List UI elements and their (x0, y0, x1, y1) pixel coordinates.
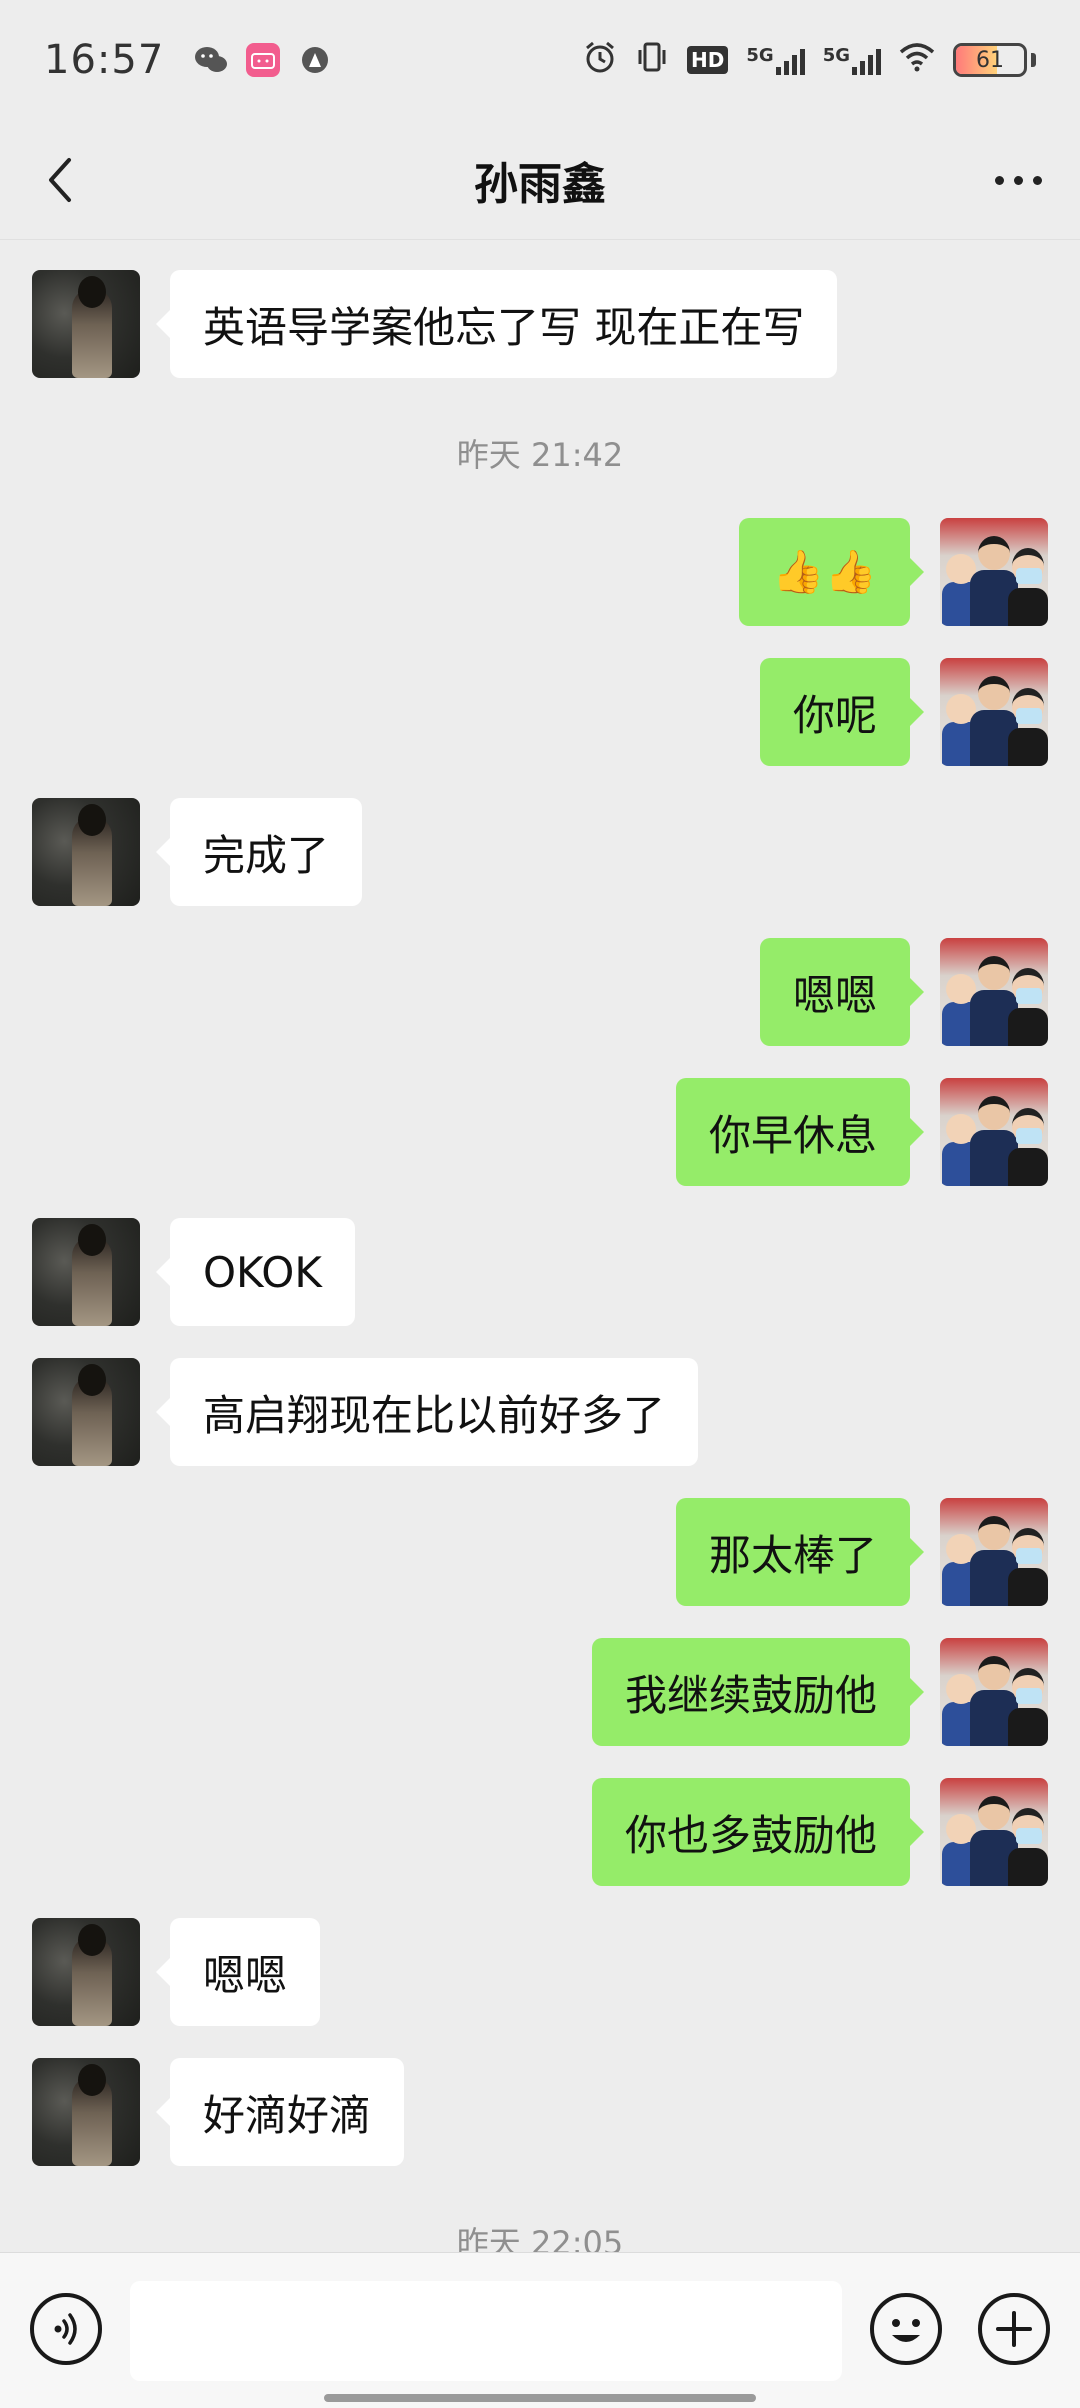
message-bubble[interactable]: 英语导学案他忘了写 现在正在写 (155, 270, 838, 378)
5g-signal-icon: 5G (823, 45, 881, 75)
contact-avatar[interactable] (32, 1218, 140, 1326)
contact-avatar[interactable] (32, 798, 140, 906)
message-received: 好滴好滴 (0, 2058, 1080, 2166)
message-timestamp: 昨天 22:05 (456, 2224, 624, 2252)
message-bubble[interactable]: 嗯嗯 (759, 938, 925, 1046)
input-bar (0, 2252, 1080, 2408)
bilibili-icon (246, 43, 281, 77)
message-sent: 嗯嗯 (0, 938, 1080, 1046)
contact-avatar[interactable] (32, 1918, 140, 2026)
browser-icon (298, 43, 332, 77)
back-button[interactable] (30, 150, 90, 210)
message-bubble[interactable]: OKOK (156, 1218, 355, 1326)
message-received: 完成了 (0, 798, 1080, 906)
voice-icon (54, 2313, 77, 2345)
message-sent: 你早休息 (0, 1078, 1080, 1186)
message-received: 嗯嗯 (0, 1918, 1080, 2026)
message-received: 高启翔现在比以前好多了 (0, 1358, 1080, 1466)
message-bubble[interactable]: 嗯嗯 (155, 1918, 321, 2026)
my-avatar[interactable] (940, 938, 1048, 1046)
contact-avatar[interactable] (32, 2058, 140, 2166)
network-label-2: 5G (822, 45, 850, 66)
chat-header: 孙雨鑫 (0, 120, 1080, 240)
message-list[interactable]: 英语导学案他忘了写 现在正在写 昨天 21:42 👍👍 你呢 完成了 嗯嗯 你早… (0, 240, 1080, 2252)
message-sent: 那太棒了 (0, 1498, 1080, 1606)
status-left: 16:57 (44, 37, 332, 83)
5g-signal-icon: 5G (746, 45, 805, 75)
my-avatar[interactable] (940, 518, 1048, 626)
plus-button[interactable] (978, 2293, 1050, 2365)
my-avatar[interactable] (940, 658, 1048, 766)
status-right: HD 5G 5G 61 (583, 40, 1036, 81)
message-bubble[interactable]: 那太棒了 (675, 1498, 925, 1606)
my-avatar[interactable] (940, 1778, 1048, 1886)
message-bubble[interactable]: 👍👍 (739, 518, 924, 626)
hd-icon: HD (687, 46, 729, 74)
status-bar: 16:57 HD 5G 5G 61 (0, 0, 1080, 120)
chat-screen: 16:57 HD 5G 5G 61 孙雨鑫 英语导学案他忘了写 现在正在写 昨天… (0, 0, 1080, 2408)
message-bubble[interactable]: 高启翔现在比以前好多了 (155, 1358, 699, 1466)
message-received: OKOK (0, 1218, 1080, 1326)
message-bubble[interactable]: 我继续鼓励他 (591, 1638, 925, 1746)
chat-title: 孙雨鑫 (474, 158, 606, 210)
battery-level: 61 (976, 47, 1004, 73)
status-time: 16:57 (44, 37, 165, 83)
emoji-icon (892, 2319, 920, 2342)
message-input[interactable] (130, 2281, 842, 2381)
message-bubble[interactable]: 你也多鼓励他 (591, 1778, 925, 1886)
network-label-1: 5G (746, 45, 774, 66)
message-sent: 我继续鼓励他 (0, 1638, 1080, 1746)
message-sent: 👍👍 (0, 518, 1080, 626)
message-bubble[interactable]: 你早休息 (675, 1078, 925, 1186)
vibrate-icon (635, 40, 669, 81)
voice-button[interactable] (30, 2293, 102, 2365)
wifi-icon (899, 42, 935, 79)
my-avatar[interactable] (940, 1078, 1048, 1186)
my-avatar[interactable] (940, 1638, 1048, 1746)
contact-avatar[interactable] (32, 270, 140, 378)
alarm-icon (583, 40, 617, 81)
contact-avatar[interactable] (32, 1358, 140, 1466)
more-button[interactable] (982, 150, 1054, 210)
message-received: 英语导学案他忘了写 现在正在写 (0, 270, 1080, 378)
battery-tip (1031, 53, 1036, 67)
message-timestamp: 昨天 21:42 (456, 436, 624, 474)
chevron-left-icon (49, 158, 71, 202)
message-bubble[interactable]: 你呢 (759, 658, 925, 766)
message-sent: 你呢 (0, 658, 1080, 766)
battery-icon: 61 (953, 43, 1027, 77)
message-bubble[interactable]: 完成了 (155, 798, 363, 906)
emoji-button[interactable] (870, 2293, 942, 2365)
home-indicator[interactable] (324, 2394, 756, 2402)
message-bubble[interactable]: 好滴好滴 (155, 2058, 405, 2166)
plus-icon (996, 2311, 1032, 2347)
message-sent: 你也多鼓励他 (0, 1778, 1080, 1886)
my-avatar[interactable] (940, 1498, 1048, 1606)
wechat-icon (194, 43, 228, 77)
more-dots-icon (994, 175, 1004, 185)
